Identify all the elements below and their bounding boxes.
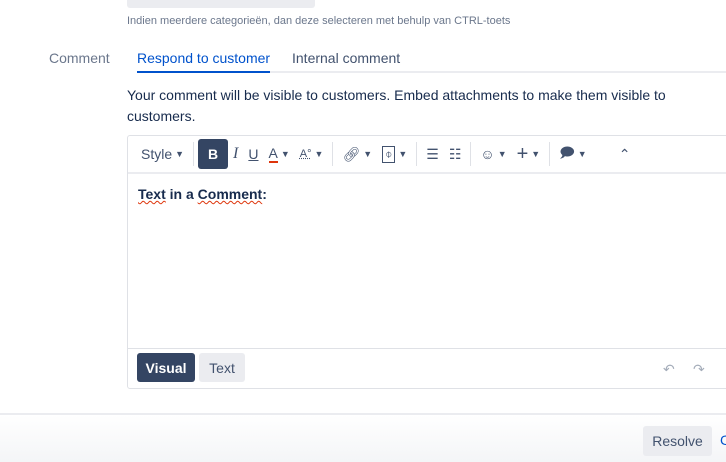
cancel-link[interactable]: C [720,432,726,448]
tab-respond-to-customer[interactable]: Respond to customer [137,50,271,73]
collapse-toolbar-button[interactable]: ⌃ [614,139,636,169]
attachment-icon: ⌽ [382,145,396,163]
comment-editor: Style ▼ B I U A ▼ A° ▼ 🔗︎ ▼ ⌽ ▼ ☰ ☷ ☺ ▼ + ▼ 🗩 ▼ … [127,135,726,389]
divider [193,142,195,166]
editor-toolbar: Style ▼ B I U A ▼ A° ▼ 🔗︎ ▼ ⌽ ▼ ☰ ☷ ☺ ▼ + ▼ 🗩 ▼ … [128,136,726,174]
numbered-list-icon: ☷ [448,145,462,162]
resolve-button[interactable]: Resolve [643,426,712,456]
emoji-icon: ☺ [480,146,495,162]
link-button[interactable]: 🔗︎ ▼ [337,139,377,169]
chevron-down-icon: ▼ [577,149,587,159]
help-text: Indien meerdere categorieën, dan deze se… [127,15,511,27]
emoji-button[interactable]: ☺ ▼ [475,139,511,169]
feedback-button[interactable]: 🗩 ▼ [554,139,591,169]
bold-button[interactable]: B [198,139,229,169]
visual-mode-button[interactable]: Visual [137,353,195,382]
chevron-down-icon: ▼ [175,149,185,159]
style-label: Style [141,146,173,162]
double-chevron-up-icon: ⌃ [618,145,631,162]
bullet-list-icon: ☰ [426,145,439,162]
editor-footer: Visual Text ↶ ↷ [128,348,726,389]
text-color-icon: A [268,145,278,163]
comment-icon: 🗩 [559,144,575,160]
divider [332,142,334,166]
chevron-down-icon: ▼ [497,149,507,159]
plus-icon: + [516,142,529,165]
italic-button[interactable]: I [228,139,243,169]
divider [416,142,418,166]
comment-label: Comment [49,50,110,66]
text-mode-button[interactable]: Text [199,353,245,382]
content-text: : [262,186,267,202]
divider [470,142,472,166]
attachment-button[interactable]: ⌽ ▼ [377,139,412,169]
style-dropdown[interactable]: Style ▼ [136,139,189,169]
chevron-down-icon: ▼ [280,149,290,159]
underline-button[interactable]: U [243,139,263,169]
content-text: Text [138,186,166,202]
chevron-down-icon: ▼ [398,149,408,159]
insert-button[interactable]: + ▼ [512,139,546,169]
content-text: in a [169,186,194,202]
dialog-footer [0,413,726,462]
link-icon: 🔗︎ [342,145,361,162]
visibility-description: Your comment will be visible to customer… [127,87,666,124]
chevron-down-icon: ▼ [314,149,324,159]
numbered-list-button[interactable]: ☷ [444,139,467,169]
more-formatting-icon: A° [299,148,312,160]
content-text: Comment [197,186,263,202]
text-color-button[interactable]: A ▼ [264,139,295,169]
chevron-down-icon: ▼ [363,149,373,159]
more-formatting-button[interactable]: A° ▼ [295,139,329,169]
divider [549,142,551,166]
undo-icon[interactable]: ↶ [663,361,675,378]
category-select[interactable] [127,0,315,8]
chevron-down-icon: ▼ [531,149,541,159]
editor-content[interactable]: Text in a Comment: [138,186,267,202]
bullet-list-button[interactable]: ☰ [421,139,444,169]
tab-internal-comment[interactable]: Internal comment [292,50,400,66]
redo-icon[interactable]: ↷ [693,361,705,378]
